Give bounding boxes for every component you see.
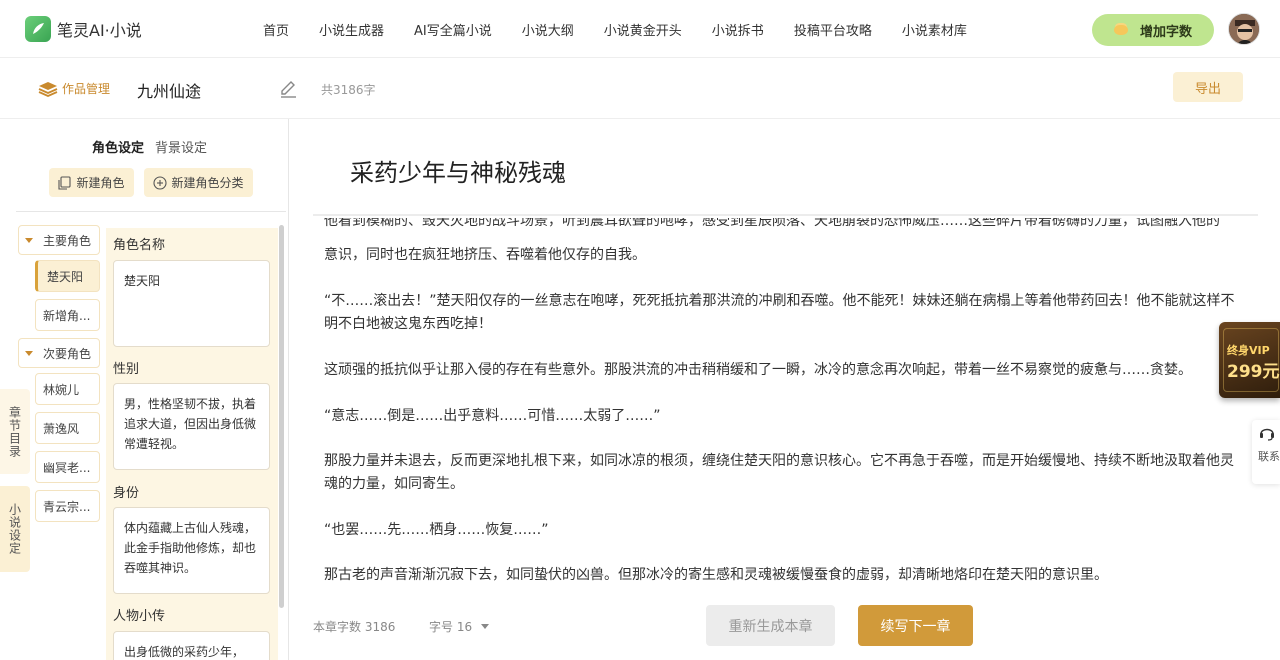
name-field[interactable]: 楚天阳 xyxy=(113,260,270,347)
group-main-characters[interactable]: 主要角色 xyxy=(18,225,100,255)
nav-golden-opening[interactable]: 小说黄金开头 xyxy=(589,20,697,39)
export-button[interactable]: 导出 xyxy=(1173,72,1243,102)
new-character-label: 新建角色 xyxy=(76,176,125,190)
logo-icon xyxy=(25,16,51,42)
character-item[interactable]: 幽冥老... xyxy=(35,451,100,483)
avatar-icon xyxy=(1229,14,1259,44)
paragraph: “意志……倒是……出乎意料……可惜……太弱了……” xyxy=(324,408,661,424)
character-item[interactable]: 楚天阳 xyxy=(35,260,100,292)
character-item[interactable]: 林婉儿 xyxy=(35,373,100,405)
copy-icon xyxy=(58,175,72,190)
word-total: 共3186字 xyxy=(321,83,376,97)
name-label: 角色名称 xyxy=(113,238,166,253)
font-size-select[interactable]: 字号 16 xyxy=(429,618,490,635)
main-nav: 首页 小说生成器 AI写全篇小说 小说大纲 小说黄金开头 小说拆书 投稿平台攻略… xyxy=(248,0,982,58)
nav-material-library[interactable]: 小说素材库 xyxy=(887,20,982,39)
vip-label: 终身VIP xyxy=(1227,344,1270,357)
coin-icon xyxy=(1113,25,1128,35)
character-detail-form: 角色名称 楚天阳 性别 男，性格坚韧不拔，执着追求大道，但因出身低微常遭轻视。 … xyxy=(106,228,278,660)
gender-label: 性别 xyxy=(113,362,140,377)
logo-text: 笔灵AI·小说 xyxy=(57,21,142,40)
headset-icon xyxy=(1260,428,1274,441)
caret-down-icon xyxy=(481,624,490,629)
settings-tabs: 角色设定 背景设定 xyxy=(92,137,218,156)
chapter-title: 采药少年与神秘残魂 xyxy=(350,159,566,187)
panel-scrollbar[interactable] xyxy=(279,225,284,608)
new-category-label: 新建角色分类 xyxy=(171,176,244,190)
edit-title-icon[interactable] xyxy=(278,79,298,103)
works-management-button[interactable]: 作品管理 xyxy=(38,80,110,97)
regenerate-chapter-button[interactable]: 重新生成本章 xyxy=(706,605,835,646)
lifetime-vip-badge[interactable]: 终身VIP 299元 xyxy=(1219,322,1280,398)
character-list: 主要角色 楚天阳 新增角... 次要角色 林婉儿 萧逸风 幽冥老... 青云宗.… xyxy=(18,225,102,529)
chapter-directory-tab[interactable]: 章节目录 xyxy=(0,389,30,474)
nav-ai-full-novel[interactable]: AI写全篇小说 xyxy=(399,20,507,39)
gender-field[interactable]: 男，性格坚韧不拔，执着追求大道，但因出身低微常遭轻视。 xyxy=(113,383,270,470)
tab-background-settings[interactable]: 背景设定 xyxy=(155,137,207,156)
continue-next-chapter-button[interactable]: 续写下一章 xyxy=(858,605,973,646)
customer-service-label: 联系客服 xyxy=(1258,450,1280,463)
paragraph: “也罢……先……栖身……恢复……” xyxy=(324,522,549,538)
logo[interactable]: 笔灵AI·小说 xyxy=(25,16,142,42)
add-words-label: 增加字数 xyxy=(1139,24,1192,40)
tab-character-settings[interactable]: 角色设定 xyxy=(92,137,144,156)
settings-panel: 角色设定 背景设定 新建角色 新建角色分类 主要角色 楚天阳 新增角... 次要… xyxy=(0,119,289,660)
character-item[interactable]: 新增角... xyxy=(35,299,100,331)
add-words-button[interactable]: 增加字数 xyxy=(1092,14,1214,46)
works-management-label: 作品管理 xyxy=(62,82,111,96)
group-secondary-characters[interactable]: 次要角色 xyxy=(18,338,100,368)
nav-book-breakdown[interactable]: 小说拆书 xyxy=(697,20,779,39)
nav-novel-outline[interactable]: 小说大纲 xyxy=(507,20,589,39)
group-label: 主要角色 xyxy=(43,233,92,248)
paragraph: 那古老的声音渐渐沉寂下去，如同蛰伏的凶兽。但那冰冷的寄生感和灵魂被缓慢蚕食的虚弱… xyxy=(324,567,1108,583)
top-navbar: 笔灵AI·小说 首页 小说生成器 AI写全篇小说 小说大纲 小说黄金开头 小说拆… xyxy=(0,0,1280,58)
avatar[interactable] xyxy=(1228,13,1260,45)
paragraph: 那股力量并未退去，反而更深地扎根下来，如同冰凉的根须，缠绕住楚天阳的意识核心。它… xyxy=(324,453,1234,492)
nav-home[interactable]: 首页 xyxy=(248,20,304,39)
identity-label: 身份 xyxy=(113,486,140,501)
bio-field[interactable]: 出身低微的采药少年， xyxy=(113,631,270,660)
identity-field[interactable]: 体内蕴藏上古仙人残魂，此金手指助他修炼，却也吞噬其神识。 xyxy=(113,507,270,594)
bio-label: 人物小传 xyxy=(113,609,166,624)
divider xyxy=(16,211,286,212)
character-item[interactable]: 萧逸风 xyxy=(35,412,100,444)
caret-down-icon xyxy=(25,237,33,243)
nav-submission-guide[interactable]: 投稿平台攻略 xyxy=(779,20,887,39)
nav-novel-generator[interactable]: 小说生成器 xyxy=(304,20,399,39)
work-title: 九州仙途 xyxy=(137,82,202,101)
paragraph: “不……滚出去！”楚天阳仅存的一丝意志在咆哮，死死抵抗着那洪流的冲刷和吞噬。他不… xyxy=(324,293,1235,332)
new-category-button[interactable]: 新建角色分类 xyxy=(144,168,253,197)
group-label: 次要角色 xyxy=(43,346,92,361)
new-character-button[interactable]: 新建角色 xyxy=(49,168,134,197)
chapter-word-count: 本章字数 3186 xyxy=(313,620,396,634)
vip-price: 299元 xyxy=(1227,362,1280,382)
paragraph-partial: 他看到模糊的、毁天灭地的战斗场景，听到震耳欲聋的咆哮，感受到星辰陨落、天地崩裂的… xyxy=(324,218,1220,229)
divider xyxy=(313,214,1258,216)
font-size-label: 字号 16 xyxy=(429,620,473,634)
character-item[interactable]: 青云宗... xyxy=(35,490,100,522)
customer-service-button[interactable]: 联系客服 xyxy=(1252,420,1280,484)
novel-settings-tab[interactable]: 小说设定 xyxy=(0,486,30,572)
chapter-content[interactable]: 他看到模糊的、毁天灭地的战斗场景，听到震耳欲聋的咆哮，感受到星辰陨落、天地崩裂的… xyxy=(313,218,1258,590)
paragraph: 这顽强的抵抗似乎让那入侵的存在有些意外。那股洪流的冲击稍稍缓和了一瞬，冰冷的意念… xyxy=(324,362,1192,378)
paragraph: 意识，同时也在疯狂地挤压、吞噬着他仅存的自我。 xyxy=(324,247,646,263)
work-toolbar: 作品管理 九州仙途 共3186字 导出 xyxy=(0,58,1280,119)
caret-down-icon xyxy=(25,350,33,356)
plus-circle-icon xyxy=(153,175,168,190)
layers-icon xyxy=(38,81,58,97)
